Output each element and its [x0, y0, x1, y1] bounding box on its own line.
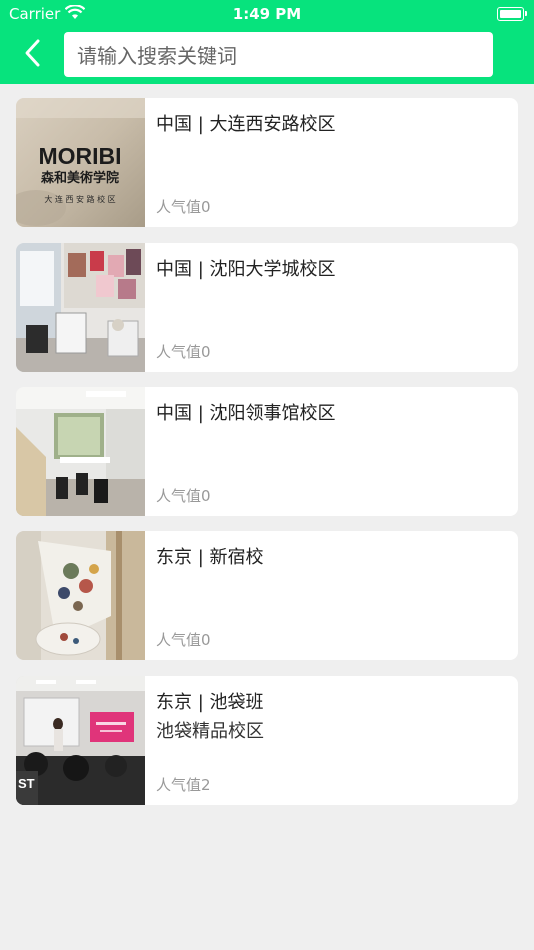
search-box[interactable]: [64, 32, 497, 79]
campus-card[interactable]: MORIBI 森和美術学院 大 连 西 安 路 校 区 中国 | 大连西安路校区…: [16, 98, 518, 227]
popularity: 人气值2: [156, 776, 211, 794]
campus-photo: [16, 531, 145, 660]
campus-subtitle: 池袋精品校区: [156, 721, 264, 742]
popularity: 人气值0: [156, 487, 211, 505]
campus-card[interactable]: ST 东京 | 池袋班 池袋精品校区 人气值2: [16, 676, 518, 805]
campus-title: 中国 | 沈阳领事馆校区: [156, 403, 336, 424]
logo-text: MORIBI: [38, 143, 121, 169]
campus-photo: ST: [16, 676, 145, 805]
branch-text: 大 连 西 安 路 校 区: [44, 194, 115, 204]
status-bar: Carrier 1:49 PM: [0, 0, 534, 28]
clock: 1:49 PM: [232, 5, 302, 23]
campus-title: 东京 | 池袋班: [156, 692, 264, 713]
campus-card[interactable]: 中国 | 沈阳大学城校区 人气值0: [16, 243, 518, 372]
popularity: 人气值0: [156, 198, 211, 216]
campus-title: 东京 | 新宿校: [156, 547, 264, 568]
popularity: 人气值0: [156, 343, 211, 361]
battery-icon: [497, 7, 527, 21]
popularity: 人气值0: [156, 631, 211, 649]
campus-photo: MORIBI 森和美術学院 大 连 西 安 路 校 区: [16, 98, 145, 227]
campus-title: 中国 | 大连西安路校区: [156, 114, 336, 135]
nav-header: Carrier 1:49 PM: [0, 0, 534, 84]
logo-subtext: 森和美術学院: [41, 170, 119, 186]
campus-title: 中国 | 沈阳大学城校区: [156, 259, 336, 280]
campus-photo: [16, 243, 145, 372]
campus-photo: [16, 387, 145, 516]
campus-card[interactable]: 东京 | 新宿校 人气值0: [16, 531, 518, 660]
search-input[interactable]: [75, 32, 497, 79]
chevron-left-icon[interactable]: [20, 38, 48, 68]
campus-card[interactable]: 中国 | 沈阳领事馆校区 人气值0: [16, 387, 518, 516]
svg-text:ST: ST: [18, 776, 35, 791]
